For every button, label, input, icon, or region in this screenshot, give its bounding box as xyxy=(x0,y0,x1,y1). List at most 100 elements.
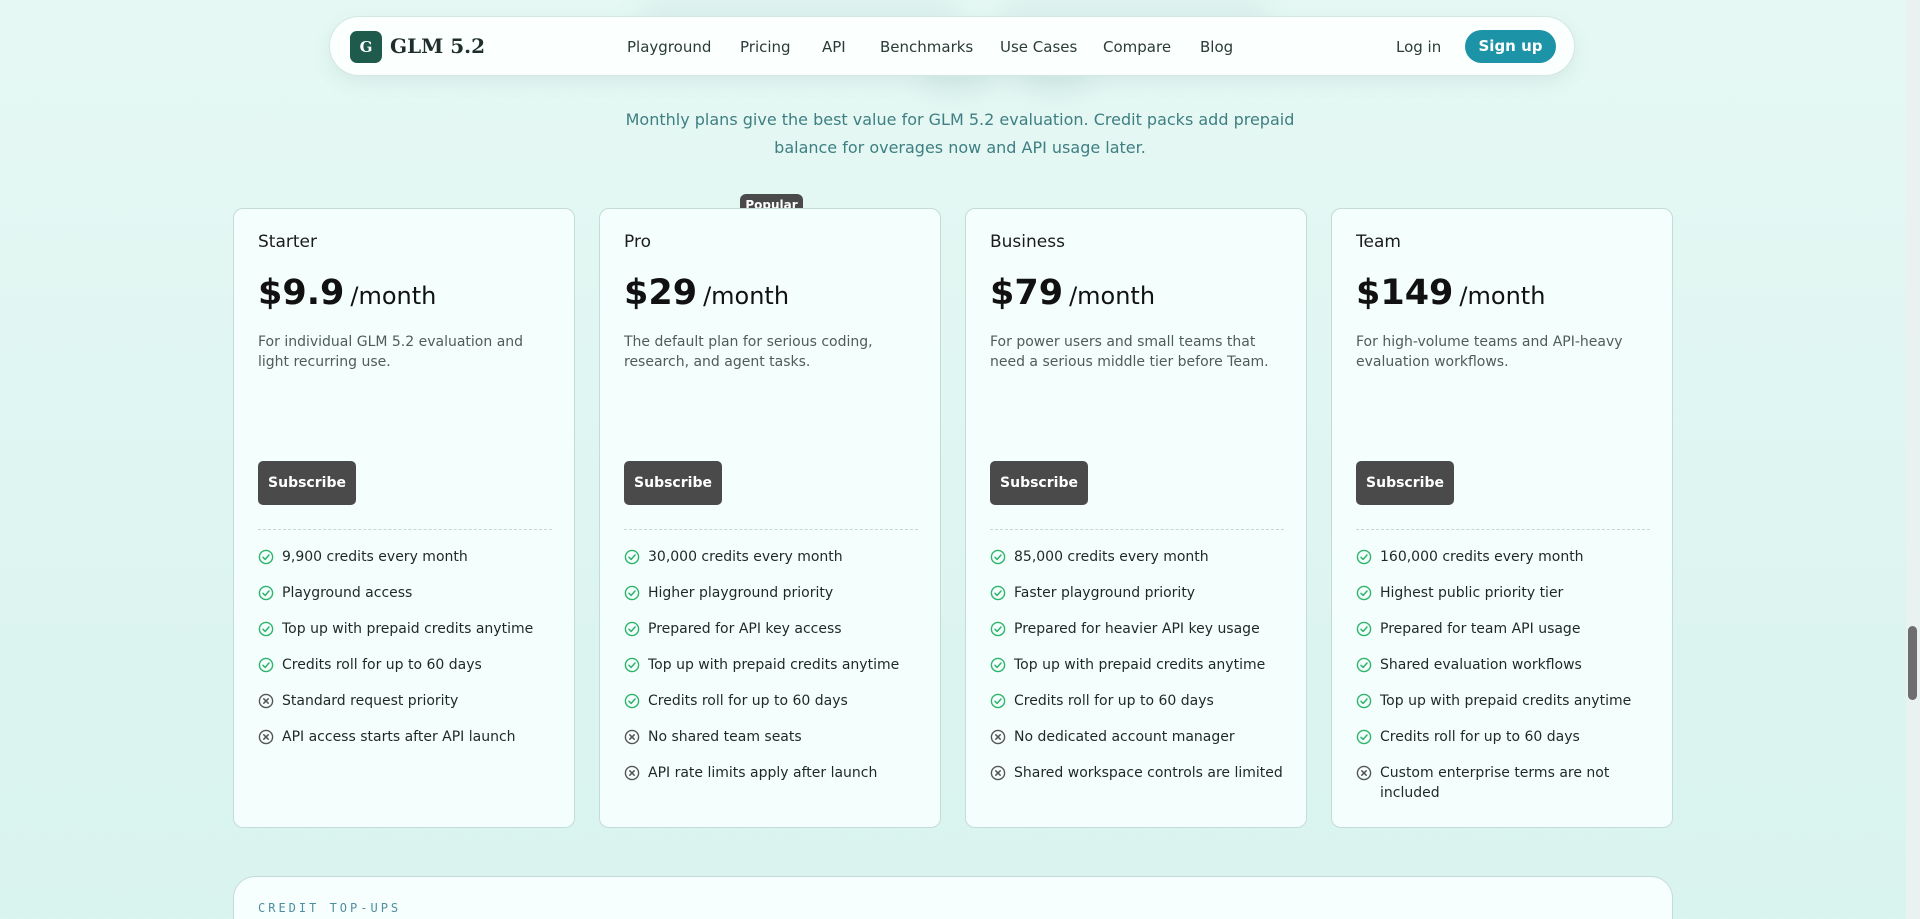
feature-item: Higher playground priority xyxy=(624,583,924,609)
feature-text: Credits roll for up to 60 days xyxy=(282,657,482,673)
nav-link-use-cases[interactable]: Use Cases xyxy=(1000,37,1077,57)
price-period: /month xyxy=(1069,282,1156,310)
card-divider xyxy=(990,529,1284,530)
credit-top-ups-section: CREDIT TOP-UPS xyxy=(233,876,1673,919)
subscribe-button-business[interactable]: Subscribe xyxy=(990,461,1088,505)
feature-text: 9,900 credits every month xyxy=(282,549,468,565)
plan-name: Business xyxy=(990,232,1065,252)
feature-item: Top up with prepaid credits anytime xyxy=(258,619,558,645)
feature-item: Custom enterprise terms are not included xyxy=(1356,763,1656,803)
plan-description: For power users and small teams that nee… xyxy=(990,334,1269,370)
feature-text: Credits roll for up to 60 days xyxy=(1014,693,1214,709)
plan-price: $79/month xyxy=(990,271,1155,318)
price-period: /month xyxy=(1459,282,1546,310)
price-period: /month xyxy=(350,282,437,310)
plan-price: $9.9/month xyxy=(258,271,436,318)
feature-item: No dedicated account manager xyxy=(990,727,1290,753)
feature-item: 9,900 credits every month xyxy=(258,547,558,573)
plan-description: For high-volume teams and API-heavy eval… xyxy=(1356,334,1623,370)
pricing-intro-line-1: Monthly plans give the best value for GL… xyxy=(625,110,1295,129)
price-amount: $149 xyxy=(1356,273,1454,313)
feature-item: Credits roll for up to 60 days xyxy=(258,655,558,681)
scrollbar-thumb[interactable] xyxy=(1908,626,1917,700)
feature-text: Top up with prepaid credits anytime xyxy=(282,621,534,637)
feature-text: Custom enterprise terms are not included xyxy=(1380,765,1610,801)
feature-text: 160,000 credits every month xyxy=(1380,549,1584,565)
feature-item: Top up with prepaid credits anytime xyxy=(1356,691,1656,717)
feature-item: Top up with prepaid credits anytime xyxy=(990,655,1290,681)
feature-item: Playground access xyxy=(258,583,558,609)
plan-card-starter: Starter $9.9/month For individual GLM 5.… xyxy=(233,208,575,828)
feature-text: Shared evaluation workflows xyxy=(1380,657,1582,673)
feature-text: Prepared for team API usage xyxy=(1380,621,1581,637)
credit-top-ups-label: CREDIT TOP-UPS xyxy=(258,901,402,915)
feature-text: 85,000 credits every month xyxy=(1014,549,1209,565)
feature-text: Prepared for heavier API key usage xyxy=(1014,621,1260,637)
feature-item: Credits roll for up to 60 days xyxy=(624,691,924,717)
card-divider xyxy=(624,529,918,530)
pricing-intro: Monthly plans give the best value for GL… xyxy=(560,106,1360,162)
brand-logo-icon[interactable]: G xyxy=(350,31,382,63)
subscribe-button-team[interactable]: Subscribe xyxy=(1356,461,1454,505)
feature-text: Top up with prepaid credits anytime xyxy=(648,657,900,673)
nav-link-blog[interactable]: Blog xyxy=(1200,37,1233,57)
feature-text: 30,000 credits every month xyxy=(648,549,843,565)
plan-name: Starter xyxy=(258,232,317,252)
feature-item: Prepared for heavier API key usage xyxy=(990,619,1290,645)
price-amount: $29 xyxy=(624,273,698,313)
feature-text: No shared team seats xyxy=(648,729,802,745)
nav-link-playground[interactable]: Playground xyxy=(627,37,711,57)
nav-link-pricing[interactable]: Pricing xyxy=(740,37,791,57)
feature-list: 9,900 credits every month Playground acce… xyxy=(258,547,558,763)
feature-text: API rate limits apply after launch xyxy=(648,765,878,781)
feature-item: 85,000 credits every month xyxy=(990,547,1290,573)
subscribe-button-starter[interactable]: Subscribe xyxy=(258,461,356,505)
feature-text: Playground access xyxy=(282,585,413,601)
feature-text: Shared workspace controls are limited xyxy=(1014,765,1283,781)
feature-item: 160,000 credits every month xyxy=(1356,547,1656,573)
feature-text: Top up with prepaid credits anytime xyxy=(1014,657,1266,673)
feature-list: 160,000 credits every month Highest publi… xyxy=(1356,547,1656,813)
feature-item: Faster playground priority xyxy=(990,583,1290,609)
plan-description: For individual GLM 5.2 evaluation and li… xyxy=(258,334,524,370)
plan-price: $29/month xyxy=(624,271,789,318)
feature-text: API access starts after API launch xyxy=(282,729,516,745)
feature-item: Prepared for API key access xyxy=(624,619,924,645)
feature-item: Shared workspace controls are limited xyxy=(990,763,1290,789)
plan-card-pro: Pro $29/month The default plan for serio… xyxy=(599,208,941,828)
feature-item: API access starts after API launch xyxy=(258,727,558,753)
brand-name[interactable]: GLM 5.2 xyxy=(390,32,485,60)
plan-name: Pro xyxy=(624,232,651,252)
plan-card-business: Business $79/month For power users and s… xyxy=(965,208,1307,828)
feature-text: Standard request priority xyxy=(282,693,459,709)
card-divider xyxy=(258,529,552,530)
feature-item: Standard request priority xyxy=(258,691,558,717)
feature-item: Shared evaluation workflows xyxy=(1356,655,1656,681)
nav-link-compare[interactable]: Compare xyxy=(1103,37,1171,57)
nav-link-api[interactable]: API xyxy=(822,37,846,57)
plan-price: $149/month xyxy=(1356,271,1545,318)
signup-button[interactable]: Sign up xyxy=(1465,30,1556,63)
feature-item: 30,000 credits every month xyxy=(624,547,924,573)
nav-link-benchmarks[interactable]: Benchmarks xyxy=(880,37,973,57)
top-nav-bar: G GLM 5.2 Playground Pricing API Benchma… xyxy=(329,16,1575,76)
plan-card-team: Team $149/month For high-volume teams an… xyxy=(1331,208,1673,828)
feature-item: Prepared for team API usage xyxy=(1356,619,1656,645)
feature-item: Credits roll for up to 60 days xyxy=(1356,727,1656,753)
feature-text: Higher playground priority xyxy=(648,585,834,601)
feature-list: 30,000 credits every month Higher playgro… xyxy=(624,547,924,799)
login-link[interactable]: Log in xyxy=(1396,37,1441,57)
feature-text: Highest public priority tier xyxy=(1380,585,1564,601)
price-period: /month xyxy=(703,282,790,310)
scrollbar-track[interactable] xyxy=(1906,0,1920,919)
feature-text: Prepared for API key access xyxy=(648,621,842,637)
feature-text: Faster playground priority xyxy=(1014,585,1196,601)
feature-item: Top up with prepaid credits anytime xyxy=(624,655,924,681)
feature-text: Credits roll for up to 60 days xyxy=(648,693,848,709)
feature-item: No shared team seats xyxy=(624,727,924,753)
price-amount: $79 xyxy=(990,273,1064,313)
feature-item: Credits roll for up to 60 days xyxy=(990,691,1290,717)
feature-text: No dedicated account manager xyxy=(1014,729,1235,745)
subscribe-button-pro[interactable]: Subscribe xyxy=(624,461,722,505)
price-amount: $9.9 xyxy=(258,273,345,313)
